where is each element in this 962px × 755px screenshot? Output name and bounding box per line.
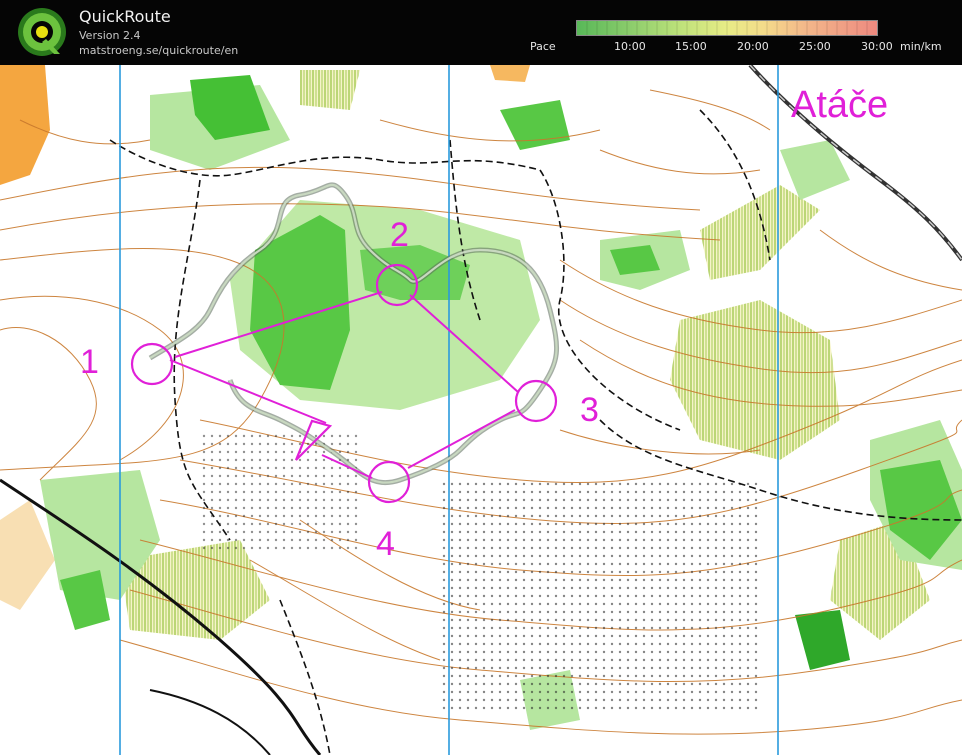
pace-unit: min/km [900, 40, 942, 53]
orienteering-map[interactable]: Atáče 1 2 3 4 [0, 65, 962, 755]
quickroute-logo-icon [18, 8, 66, 56]
rocky-ground [440, 480, 760, 710]
control-number-4: 4 [376, 525, 395, 563]
open-area [490, 65, 530, 82]
pace-tick: 20:00 [737, 40, 769, 53]
control-number-2: 2 [390, 216, 409, 254]
pace-label: Pace [530, 40, 556, 53]
app-url[interactable]: matstroeng.se/quickroute/en [79, 44, 238, 57]
pace-tick: 10:00 [614, 40, 646, 53]
vegetation-stripes [300, 70, 360, 110]
app-version: Version 2.4 [79, 29, 141, 42]
pace-color-scale [576, 20, 878, 36]
app-header: QuickRoute Version 2.4 matstroeng.se/qui… [0, 0, 962, 65]
pace-tick: 25:00 [799, 40, 831, 53]
control-number-1: 1 [80, 343, 99, 381]
control-number-3: 3 [580, 391, 599, 429]
map-title: Atáče [791, 84, 889, 126]
app-title: QuickRoute [79, 7, 171, 26]
pace-tick: 30:00 [861, 40, 893, 53]
pace-tick: 15:00 [675, 40, 707, 53]
